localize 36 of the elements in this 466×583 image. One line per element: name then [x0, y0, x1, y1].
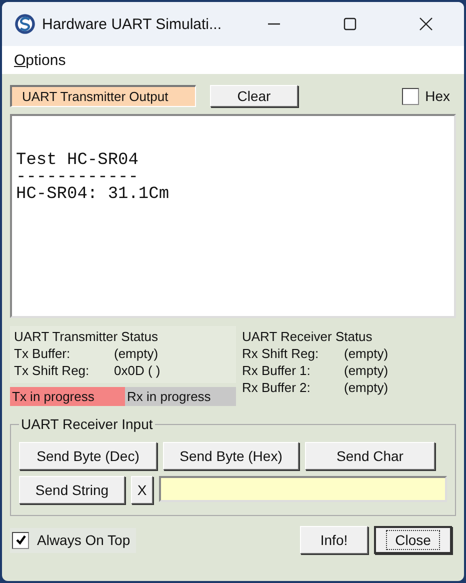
status-title: UART Receiver Status — [242, 328, 374, 345]
status-label: Tx Buffer: — [14, 345, 72, 362]
status-value: 0x0D ( ) — [114, 362, 160, 379]
status-label: Rx Buffer 1: — [242, 362, 312, 379]
output-label: UART Transmitter Output — [10, 85, 196, 107]
clear-button[interactable]: Clear — [210, 85, 298, 107]
menu-item[interactable]: Options — [14, 52, 66, 68]
always-on-top-label: Always On Top — [37, 532, 130, 548]
app-logo-icon — [14, 13, 36, 35]
output-line: HC-SR04: 31.1Cm — [16, 186, 170, 203]
window-title: Hardware UART Simulati... — [42, 16, 222, 32]
status-title: UART Transmitter Status — [14, 328, 160, 345]
dialog-button[interactable]: Info! — [300, 526, 368, 554]
output-text-area[interactable]: Test HC-SR04 ------------ HC-SR04: 31.1Cm — [10, 114, 456, 318]
hex-label: Hex — [425, 88, 450, 104]
status-label: Tx Shift Reg: — [14, 362, 90, 379]
status-label: Rx Buffer 2: — [242, 379, 312, 396]
send-button[interactable]: Send Byte (Dec) — [19, 442, 157, 470]
progress-indicator: Tx in progress — [10, 387, 125, 406]
clear-input-button[interactable]: X — [131, 476, 153, 504]
input-field[interactable] — [159, 476, 447, 502]
send-string-button[interactable]: Send String — [19, 476, 125, 504]
output-line: Test HC-SR04 — [16, 152, 140, 169]
dialog-button[interactable]: Close — [374, 526, 452, 554]
status-value: (empty) — [114, 345, 158, 362]
group-title: UART Receiver Input — [20, 416, 154, 432]
status-label: Rx Shift Reg: — [242, 345, 320, 362]
progress-indicator: Rx in progress — [124, 387, 236, 406]
status-value: (empty) — [344, 345, 388, 362]
send-button[interactable]: Send Byte (Hex) — [163, 442, 299, 470]
output-line: ------------ — [16, 169, 138, 186]
status-value: (empty) — [344, 379, 388, 396]
send-button[interactable]: Send Char — [305, 442, 435, 470]
always-on-top-checkbox[interactable] — [12, 532, 29, 548]
hex-checkbox[interactable] — [402, 88, 420, 104]
status-value: (empty) — [344, 362, 388, 379]
